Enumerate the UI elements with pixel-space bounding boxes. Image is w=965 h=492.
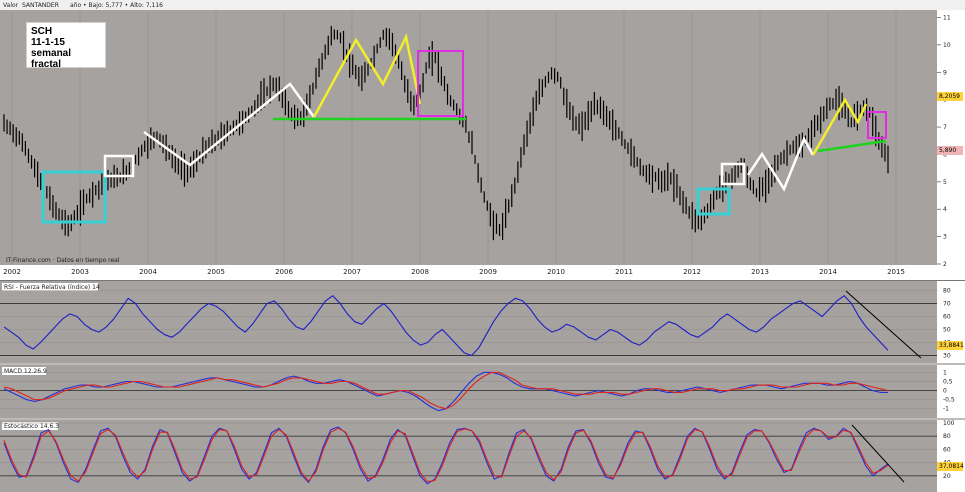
source-text: IT-Finance.com · Datos en tiempo real <box>6 257 120 264</box>
header-symbol: SANTANDER <box>22 2 59 9</box>
y-tick-label: 3 <box>943 234 947 241</box>
indicator-tick-label: -0,5 <box>943 397 955 404</box>
y-tick-label: 4 <box>943 206 947 213</box>
x-tick-label: 2003 <box>71 268 89 276</box>
x-tick-label: 2006 <box>275 268 293 276</box>
x-tick-label: 2012 <box>683 268 701 276</box>
chart-window: Valor SANTANDER año • Bajo: 5,777 • Alto… <box>0 0 965 492</box>
y-tick-label: 2 <box>943 261 947 268</box>
x-tick-label: 2013 <box>751 268 769 276</box>
indicator-tick-label: 20 <box>943 473 951 480</box>
note-line: fractal <box>31 59 62 70</box>
x-tick-label: 2004 <box>139 268 157 276</box>
rsi-title: RSI - Fuerza Relativa (índice) 14 <box>4 284 100 291</box>
note-box: SCH 11-1-15 semanal fractal <box>26 22 106 70</box>
price-tag-high: 8,2059 <box>937 92 963 101</box>
indicator-tick-label: 80 <box>943 288 951 295</box>
indicator-tick-label: 0,5 <box>943 379 953 386</box>
x-tick-label: 2002 <box>3 268 21 276</box>
indicator-tick-label: 1 <box>943 369 947 376</box>
x-tick-label: 2005 <box>207 268 225 276</box>
macd-pane <box>0 365 937 418</box>
y-tick-label: 7 <box>943 124 947 131</box>
indicator-tick-label: 80 <box>943 433 951 440</box>
note-line: SCH <box>31 26 53 37</box>
y-tick-label: 5 <box>943 179 947 186</box>
indicator-tick-label: 70 <box>943 301 951 308</box>
y-tick-label: 11 <box>943 14 951 21</box>
indicator-tick-label: 50 <box>943 327 951 334</box>
x-tick-label: 2011 <box>615 268 633 276</box>
header-stats: año • Bajo: 5,777 • Alto: 7,116 <box>70 2 163 9</box>
note-line: semanal <box>31 48 72 59</box>
header-label: Valor <box>3 2 19 9</box>
macd-title: MACD 12.26.9 <box>4 368 47 375</box>
indicator-tick-label: 60 <box>943 446 951 453</box>
indicator-tick-label: 60 <box>943 314 951 321</box>
indicator-tick-label: 100 <box>943 420 955 427</box>
x-tick-label: 2015 <box>887 268 905 276</box>
rsi-pane <box>0 281 937 363</box>
y-tick-label: 10 <box>943 42 951 49</box>
x-tick-label: 2014 <box>819 268 837 276</box>
price-axis <box>937 10 965 265</box>
price-tag-last: 5,890 <box>937 146 963 155</box>
y-tick-label: 9 <box>943 69 947 76</box>
x-tick-label: 2010 <box>547 268 565 276</box>
stoch-value-tag: 37,0814 <box>937 462 964 471</box>
indicator-tick-label: -1 <box>943 406 949 413</box>
chart-canvas: Valor SANTANDER año • Bajo: 5,777 • Alto… <box>0 0 965 492</box>
stoch-title: Estocástico 14.6.3 <box>4 423 59 430</box>
rsi-value-tag: 33,8841 <box>937 341 964 350</box>
indicator-tick-label: 30 <box>943 353 951 360</box>
indicator-tick-label: 0 <box>943 388 947 395</box>
indicator-axis <box>937 281 965 492</box>
x-tick-label: 2009 <box>479 268 497 276</box>
x-tick-label: 2007 <box>343 268 361 276</box>
note-line: 11-1-15 <box>31 37 65 48</box>
x-tick-label: 2008 <box>411 268 429 276</box>
